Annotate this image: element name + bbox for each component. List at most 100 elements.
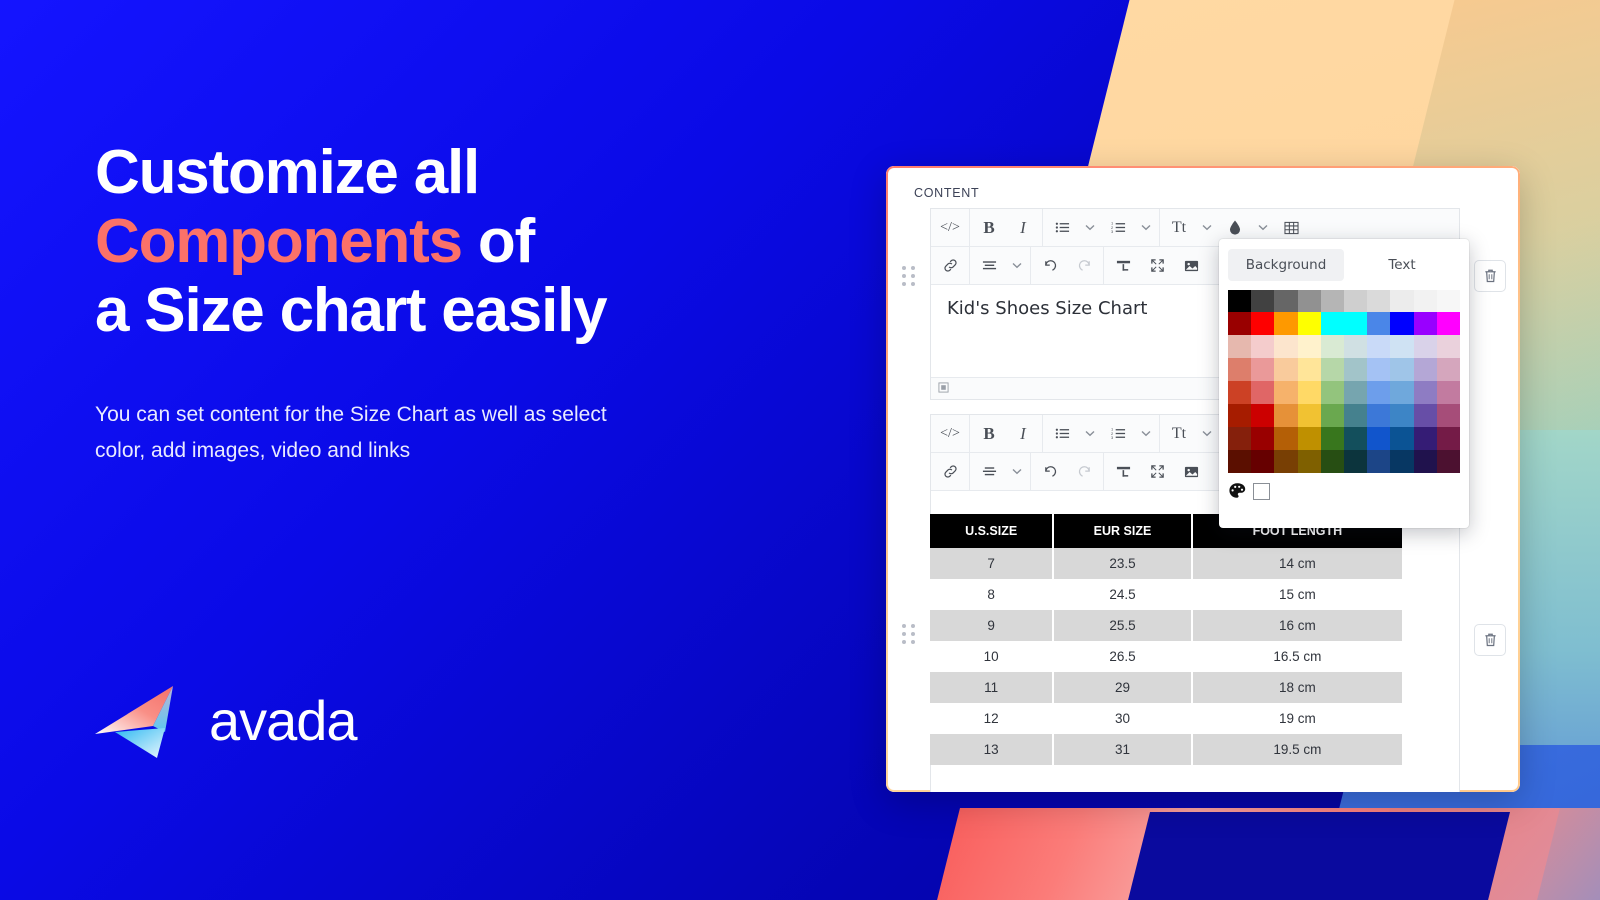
color-swatch[interactable]	[1436, 381, 1461, 404]
color-swatch[interactable]	[1436, 404, 1461, 427]
font-size-caret-down-icon[interactable]	[1196, 416, 1218, 452]
color-swatch[interactable]	[1413, 312, 1437, 335]
color-swatch[interactable]	[1436, 335, 1461, 358]
color-swatch[interactable]	[1390, 450, 1414, 473]
color-swatch[interactable]	[1413, 404, 1437, 427]
color-swatch[interactable]	[1228, 290, 1252, 312]
color-swatch[interactable]	[1344, 404, 1368, 427]
unordered-list-caret-down-icon[interactable]	[1079, 210, 1101, 246]
code-icon[interactable]: </>	[933, 416, 967, 452]
redo-icon[interactable]	[1067, 454, 1101, 490]
delete-block-button-2[interactable]	[1474, 624, 1506, 656]
color-swatch[interactable]	[1436, 450, 1461, 473]
color-swatch[interactable]	[1344, 290, 1368, 312]
color-swatch[interactable]	[1297, 381, 1321, 404]
color-swatch[interactable]	[1367, 450, 1391, 473]
color-swatch[interactable]	[1436, 358, 1461, 381]
color-swatch[interactable]	[1297, 335, 1321, 358]
color-swatch[interactable]	[1390, 335, 1414, 358]
font-size-caret-down-icon[interactable]	[1196, 210, 1218, 246]
align-caret-down-icon[interactable]	[1006, 454, 1028, 490]
color-swatch[interactable]	[1413, 450, 1437, 473]
color-swatch[interactable]	[1413, 381, 1437, 404]
font-size-icon[interactable]: Tt	[1162, 210, 1196, 246]
color-swatch[interactable]	[1367, 427, 1391, 450]
color-swatch[interactable]	[1297, 450, 1321, 473]
color-swatch[interactable]	[1274, 404, 1298, 427]
selected-color-swatch[interactable]	[1253, 482, 1270, 500]
drag-handle-block-2[interactable]	[886, 414, 930, 644]
code-icon[interactable]: </>	[933, 210, 967, 246]
link-icon[interactable]	[933, 454, 967, 490]
align-icon[interactable]	[972, 248, 1006, 284]
color-swatch[interactable]	[1251, 335, 1275, 358]
color-swatch[interactable]	[1320, 381, 1345, 404]
color-swatch[interactable]	[1320, 450, 1345, 473]
color-swatch[interactable]	[1320, 335, 1345, 358]
color-swatch[interactable]	[1228, 335, 1252, 358]
color-swatch[interactable]	[1274, 427, 1298, 450]
image-icon[interactable]	[1174, 454, 1208, 490]
color-swatch[interactable]	[1297, 290, 1321, 312]
ordered-list-caret-down-icon[interactable]	[1135, 210, 1157, 246]
bold-icon[interactable]: B	[972, 210, 1006, 246]
color-swatch[interactable]	[1274, 335, 1298, 358]
color-swatch[interactable]	[1274, 312, 1298, 335]
redo-icon[interactable]	[1067, 248, 1101, 284]
palette-icon[interactable]	[1228, 482, 1246, 500]
color-swatch[interactable]	[1344, 450, 1368, 473]
ordered-list-icon[interactable]: 123	[1101, 210, 1135, 246]
color-swatch[interactable]	[1320, 427, 1345, 450]
color-swatch[interactable]	[1344, 335, 1368, 358]
color-swatch[interactable]	[1297, 427, 1321, 450]
color-swatch[interactable]	[1344, 358, 1368, 381]
tab-background[interactable]: Background	[1228, 249, 1344, 281]
align-caret-down-icon[interactable]	[1006, 248, 1028, 284]
color-swatch[interactable]	[1228, 427, 1252, 450]
color-swatch[interactable]	[1251, 358, 1275, 381]
clear-formatting-brush-icon[interactable]	[1106, 248, 1140, 284]
color-swatch[interactable]	[1274, 381, 1298, 404]
color-swatch[interactable]	[1390, 290, 1414, 312]
color-swatch[interactable]	[1390, 358, 1414, 381]
bold-icon[interactable]: B	[972, 416, 1006, 452]
color-swatch[interactable]	[1413, 427, 1437, 450]
color-swatch[interactable]	[1413, 335, 1437, 358]
delete-block-button-1[interactable]	[1474, 260, 1506, 292]
italic-icon[interactable]: I	[1006, 416, 1040, 452]
unordered-list-caret-down-icon[interactable]	[1079, 416, 1101, 452]
color-swatch[interactable]	[1251, 381, 1275, 404]
color-swatch[interactable]	[1390, 381, 1414, 404]
color-swatch[interactable]	[1251, 427, 1275, 450]
color-swatch[interactable]	[1390, 312, 1414, 335]
color-swatch[interactable]	[1297, 358, 1321, 381]
color-swatch[interactable]	[1274, 450, 1298, 473]
color-swatch[interactable]	[1390, 427, 1414, 450]
color-swatch[interactable]	[1436, 427, 1461, 450]
color-swatch[interactable]	[1297, 404, 1321, 427]
clear-formatting-brush-icon[interactable]	[1106, 454, 1140, 490]
color-swatch[interactable]	[1228, 404, 1252, 427]
undo-icon[interactable]	[1033, 454, 1067, 490]
color-swatch[interactable]	[1228, 312, 1252, 335]
color-swatch[interactable]	[1320, 358, 1345, 381]
tab-text[interactable]: Text	[1344, 249, 1460, 281]
color-swatch[interactable]	[1251, 450, 1275, 473]
color-swatch[interactable]	[1320, 290, 1345, 312]
image-icon[interactable]	[1174, 248, 1208, 284]
color-swatch[interactable]	[1251, 290, 1275, 312]
color-swatch[interactable]	[1228, 450, 1252, 473]
color-swatch[interactable]	[1367, 312, 1391, 335]
color-swatch[interactable]	[1344, 381, 1368, 404]
color-swatch[interactable]	[1251, 312, 1275, 335]
color-swatch[interactable]	[1367, 381, 1391, 404]
link-icon[interactable]	[933, 248, 967, 284]
color-swatch[interactable]	[1274, 358, 1298, 381]
color-swatch[interactable]	[1413, 358, 1437, 381]
color-swatch[interactable]	[1367, 335, 1391, 358]
italic-icon[interactable]: I	[1006, 210, 1040, 246]
ordered-list-caret-down-icon[interactable]	[1135, 416, 1157, 452]
color-swatch[interactable]	[1367, 404, 1391, 427]
font-size-icon[interactable]: Tt	[1162, 416, 1196, 452]
color-swatch[interactable]	[1367, 290, 1391, 312]
